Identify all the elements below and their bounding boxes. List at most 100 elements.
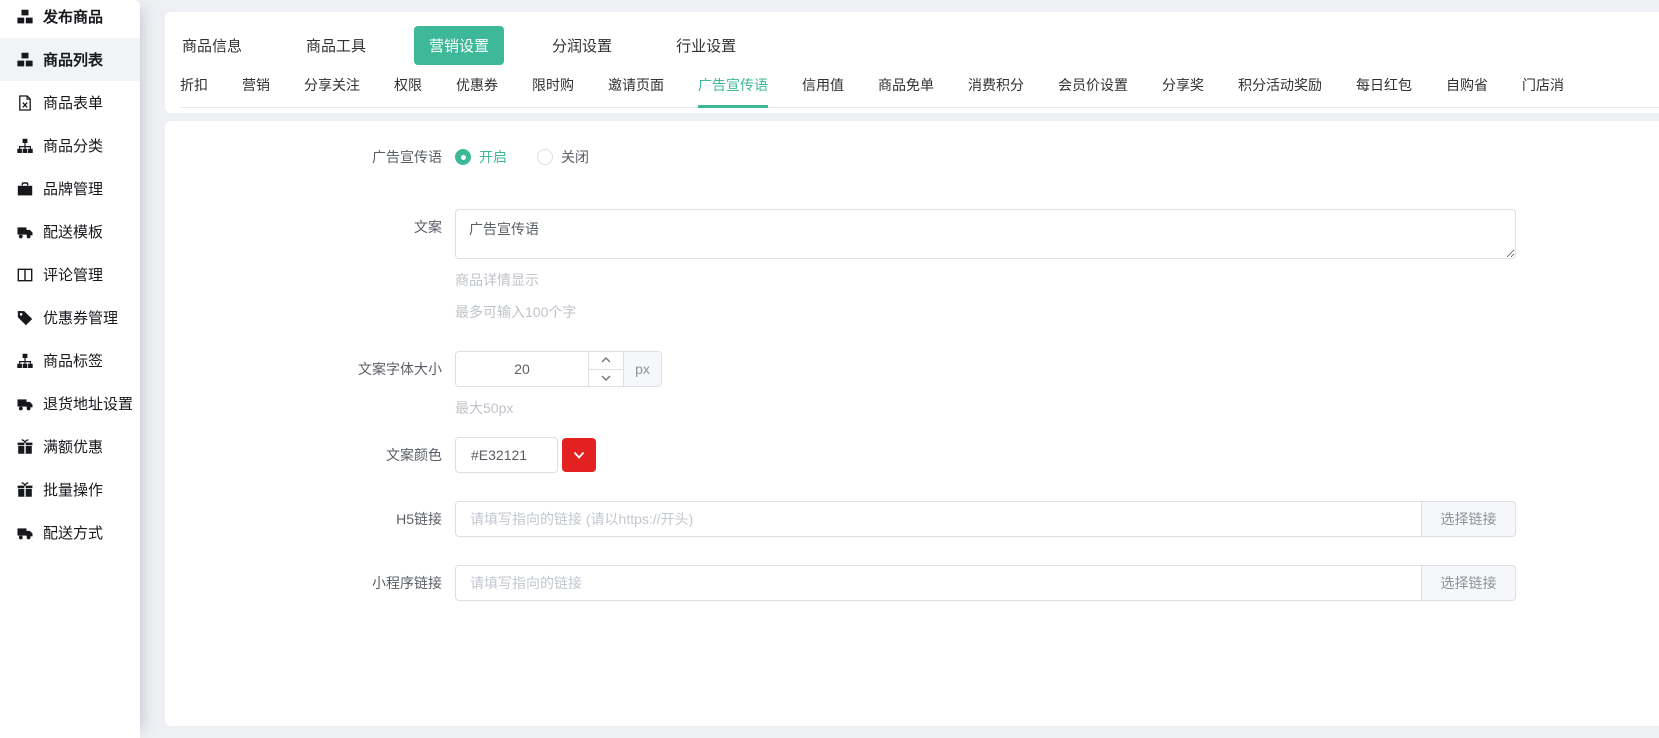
sidebar-item-return-address[interactable]: 退货地址设置: [0, 382, 140, 425]
ad-slogan-switch-label: 广告宣传语: [165, 139, 455, 175]
tab-points-activity-reward[interactable]: 积分活动奖励: [1238, 68, 1322, 108]
copy-help-display: 商品详情显示: [455, 270, 1516, 291]
cubes-icon: [17, 52, 34, 68]
color-row: 文案颜色: [165, 437, 1659, 473]
radio-off-dot: [537, 149, 553, 165]
tab-self-purchase-save[interactable]: 自购省: [1446, 68, 1488, 108]
color-picker-button[interactable]: [562, 438, 596, 472]
cubes-icon: [17, 9, 34, 25]
sidebar-item-delivery-method[interactable]: 配送方式: [0, 511, 140, 554]
tab-coupon[interactable]: 优惠券: [456, 68, 498, 108]
h5-choose-link-button[interactable]: 选择链接: [1422, 501, 1516, 537]
ad-slogan-form: 广告宣传语 开启 关闭 文案 广告宣传语 商品详情显示 最多可输入100个字: [165, 121, 1659, 726]
tab-product-tools[interactable]: 商品工具: [304, 33, 368, 58]
h5-link-group: 选择链接: [455, 501, 1516, 537]
sidebar-item-comment-management[interactable]: 评论管理: [0, 253, 140, 296]
copy-row: 文案 广告宣传语 商品详情显示 最多可输入100个字: [165, 209, 1659, 323]
tab-consume-points[interactable]: 消费积分: [968, 68, 1024, 108]
sitemap-icon: [17, 353, 34, 369]
columns-icon: [17, 267, 34, 283]
truck-icon: [17, 224, 34, 240]
sidebar-item-product-form[interactable]: 商品表单: [0, 81, 140, 124]
decrease-button[interactable]: [589, 370, 623, 387]
chevron-down-icon: [573, 451, 585, 460]
h5-link-row: H5链接 选择链接: [165, 501, 1659, 537]
sidebar-item-label: 品牌管理: [43, 178, 103, 199]
tab-daily-redpacket[interactable]: 每日红包: [1356, 68, 1412, 108]
font-size-field-wrap: px 最大50px: [455, 351, 662, 419]
sidebar-item-label: 配送方式: [43, 522, 103, 543]
increase-button[interactable]: [589, 352, 623, 370]
radio-off[interactable]: 关闭: [537, 147, 589, 167]
tabs-card: 商品信息 商品工具 营销设置 分润设置 行业设置 折扣 营销 分享关注 权限 优…: [165, 12, 1659, 113]
sidebar-item-label: 商品分类: [43, 135, 103, 156]
sidebar-nav: 发布商品 商品列表 商品表单 商品分类 品牌管理 配送模板 评论管理 优惠券管: [0, 0, 140, 554]
tab-flash-sale[interactable]: 限时购: [532, 68, 574, 108]
tab-product-info[interactable]: 商品信息: [180, 33, 244, 58]
mini-link-label: 小程序链接: [165, 565, 455, 601]
sidebar: 发布商品 商品列表 商品表单 商品分类 品牌管理 配送模板 评论管理 优惠券管: [0, 0, 140, 738]
h5-link-input[interactable]: [455, 501, 1422, 537]
radio-on-label: 开启: [479, 147, 507, 167]
font-size-stepper: px: [455, 351, 662, 387]
tab-marketing[interactable]: 营销: [242, 68, 270, 108]
truck-icon: [17, 396, 34, 412]
mini-link-group: 选择链接: [455, 565, 1516, 601]
sidebar-item-label: 批量操作: [43, 479, 103, 500]
h5-link-label: H5链接: [165, 501, 455, 537]
mini-choose-link-button[interactable]: 选择链接: [1422, 565, 1516, 601]
copy-textarea[interactable]: 广告宣传语: [455, 209, 1516, 259]
font-size-help: 最大50px: [455, 398, 662, 419]
sidebar-item-product-list[interactable]: 商品列表: [0, 38, 140, 81]
color-input[interactable]: [455, 437, 558, 473]
file-icon: [17, 95, 34, 111]
font-size-row: 文案字体大小 px 最大50px: [165, 351, 1659, 419]
tab-store-consume[interactable]: 门店消: [1522, 68, 1564, 108]
tab-free-order[interactable]: 商品免单: [878, 68, 934, 108]
sidebar-item-label: 商品表单: [43, 92, 103, 113]
sidebar-item-brand-management[interactable]: 品牌管理: [0, 167, 140, 210]
tab-member-price[interactable]: 会员价设置: [1058, 68, 1128, 108]
ad-slogan-switch-row: 广告宣传语 开启 关闭: [165, 139, 1659, 175]
font-size-unit: px: [623, 352, 661, 386]
chevron-up-icon: [601, 357, 611, 363]
sidebar-item-batch-operation[interactable]: 批量操作: [0, 468, 140, 511]
font-size-label: 文案字体大小: [165, 351, 455, 419]
briefcase-icon: [17, 181, 34, 197]
tab-ad-slogan[interactable]: 广告宣传语: [698, 68, 768, 108]
sidebar-item-label: 满额优惠: [43, 436, 103, 457]
sidebar-item-publish-product[interactable]: 发布商品: [0, 0, 140, 38]
sidebar-item-label: 商品列表: [43, 49, 103, 70]
sitemap-icon: [17, 138, 34, 154]
primary-tabs: 商品信息 商品工具 营销设置 分润设置 行业设置: [180, 26, 1659, 64]
tab-profit-settings[interactable]: 分润设置: [550, 33, 614, 58]
sidebar-item-product-tag[interactable]: 商品标签: [0, 339, 140, 382]
mini-link-row: 小程序链接 选择链接: [165, 565, 1659, 601]
mini-link-input[interactable]: [455, 565, 1422, 601]
tab-discount[interactable]: 折扣: [180, 68, 208, 108]
color-label: 文案颜色: [165, 437, 455, 473]
sidebar-item-full-discount[interactable]: 满额优惠: [0, 425, 140, 468]
tab-industry-settings[interactable]: 行业设置: [674, 33, 738, 58]
tab-share-reward[interactable]: 分享奖: [1162, 68, 1204, 108]
radio-on-dot: [455, 149, 471, 165]
font-size-input[interactable]: [456, 352, 588, 386]
truck-icon: [17, 525, 34, 541]
chevron-down-icon: [601, 375, 611, 381]
tab-marketing-settings[interactable]: 营销设置: [414, 26, 504, 65]
tab-invite-page[interactable]: 邀请页面: [608, 68, 664, 108]
tab-permission[interactable]: 权限: [394, 68, 422, 108]
sidebar-item-product-category[interactable]: 商品分类: [0, 124, 140, 167]
color-field-wrap: [455, 437, 596, 473]
gift-icon: [17, 482, 34, 498]
tab-share-follow[interactable]: 分享关注: [304, 68, 360, 108]
tab-credit-value[interactable]: 信用值: [802, 68, 844, 108]
copy-help-limit: 最多可输入100个字: [455, 302, 1516, 323]
sidebar-item-delivery-template[interactable]: 配送模板: [0, 210, 140, 253]
sidebar-item-coupon-management[interactable]: 优惠券管理: [0, 296, 140, 339]
copy-label: 文案: [165, 209, 455, 323]
sidebar-item-label: 商品标签: [43, 350, 103, 371]
radio-on[interactable]: 开启: [455, 147, 507, 167]
sidebar-item-label: 发布商品: [43, 6, 103, 27]
sidebar-item-label: 优惠券管理: [43, 307, 118, 328]
